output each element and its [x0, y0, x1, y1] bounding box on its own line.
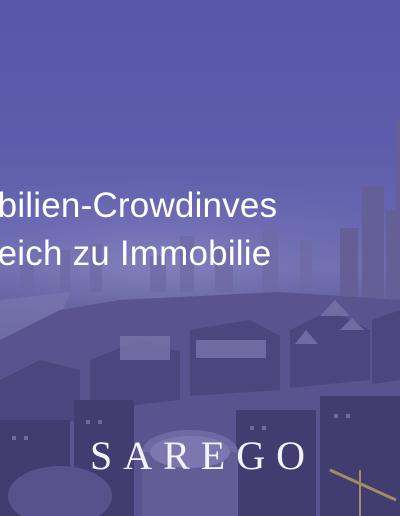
headline-line-2: gleich zu Immobilie: [0, 234, 272, 273]
headline-line-1: obilien-Crowdinves: [0, 186, 278, 225]
brand-logo[interactable]: SAREGO: [0, 432, 400, 479]
hero-banner: obilien-Crowdinves gleich zu Immobilie S…: [0, 0, 400, 516]
